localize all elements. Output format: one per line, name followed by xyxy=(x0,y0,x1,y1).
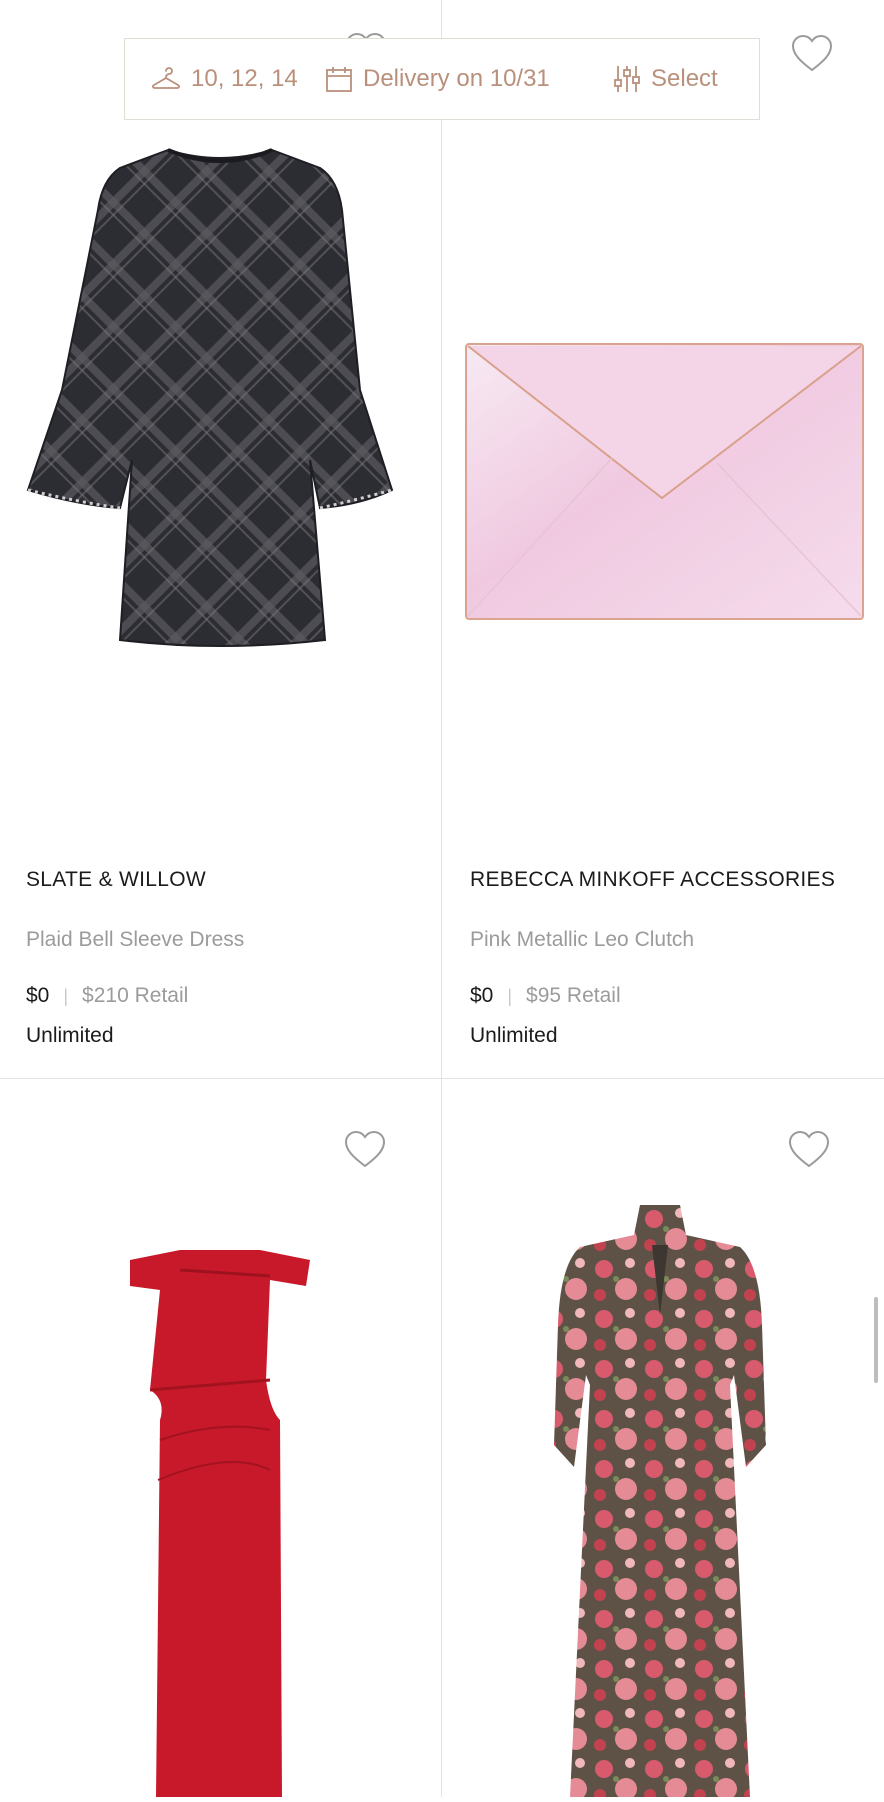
heart-icon[interactable] xyxy=(342,1130,388,1170)
product-image-red-gown[interactable] xyxy=(120,1240,320,1797)
product-image-floral-gown[interactable] xyxy=(540,1205,780,1797)
hanger-icon xyxy=(152,67,180,89)
heart-icon[interactable] xyxy=(786,1130,832,1170)
heart-icon[interactable] xyxy=(789,34,835,74)
grid-vertical-divider xyxy=(441,0,442,1797)
delivery-date-filter[interactable]: Delivery on 10/31 xyxy=(325,39,550,119)
size-filter[interactable]: 10, 12, 14 xyxy=(151,39,298,119)
delivery-date-label: Delivery on 10/31 xyxy=(363,65,550,92)
product-brand[interactable]: SLATE & WILLOW xyxy=(26,868,206,892)
product-name[interactable]: Pink Metallic Leo Clutch xyxy=(470,928,694,952)
price-separator: | xyxy=(63,985,69,1006)
calendar-icon xyxy=(326,67,352,92)
product-brand[interactable]: REBECCA MINKOFF ACCESSORIES xyxy=(470,868,835,892)
price-row: $0 | $210 Retail xyxy=(26,984,188,1008)
price-row: $0 | $95 Retail xyxy=(470,984,621,1008)
plan-label: Unlimited xyxy=(26,1024,114,1047)
scrollbar-thumb[interactable] xyxy=(874,1297,878,1383)
price-separator: | xyxy=(507,985,513,1006)
filter-bar: 10, 12, 14 Delivery on 10/31 Select xyxy=(124,38,760,120)
grid-horizontal-divider xyxy=(0,1078,884,1079)
retail-price: $95 Retail xyxy=(526,984,621,1007)
sliders-icon xyxy=(614,66,640,92)
product-image-plaid-dress[interactable] xyxy=(20,140,420,660)
member-price: $0 xyxy=(26,984,50,1007)
size-filter-label: 10, 12, 14 xyxy=(191,65,298,92)
retail-price: $210 Retail xyxy=(82,984,189,1007)
member-price: $0 xyxy=(470,984,494,1007)
product-image-pink-clutch[interactable] xyxy=(462,338,867,628)
more-filters-button[interactable]: Select xyxy=(613,39,718,119)
select-label: Select xyxy=(651,65,718,92)
product-name[interactable]: Plaid Bell Sleeve Dress xyxy=(26,928,244,952)
plan-label: Unlimited xyxy=(470,1024,558,1047)
